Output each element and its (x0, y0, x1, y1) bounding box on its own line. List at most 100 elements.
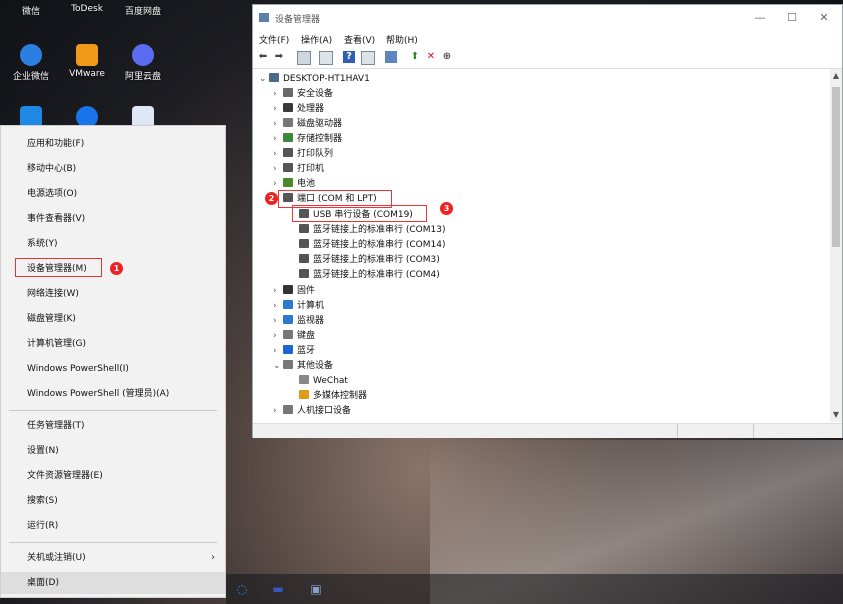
menu-item-desktop[interactable]: 桌面(D) (1, 572, 225, 594)
menu-item-event-viewer[interactable]: 事件查看器(V) (1, 208, 225, 230)
keyboard-icon (283, 330, 293, 339)
desktop-icon-baidu-netdisk[interactable]: 百度网盘 (116, 4, 170, 17)
tree-node-processors[interactable]: › 处理器 (273, 102, 324, 117)
tree-node-storage-controllers[interactable]: › 存储控制器 (273, 132, 342, 147)
tree-node-wechat[interactable]: WeChat (299, 374, 348, 389)
tree-root-label: DESKTOP-HT1HAV1 (283, 74, 370, 84)
tree-node-label: 固件 (297, 286, 316, 296)
menu-help[interactable]: 帮助(H) (386, 33, 418, 46)
maximize-button[interactable]: ☐ (777, 9, 807, 27)
tree-node-other-devices[interactable]: ⌄ 其他设备 (273, 359, 333, 374)
desktop-icon-wechat[interactable]: 微信 (4, 4, 58, 17)
keyboard-icon[interactable]: ▬ (270, 581, 286, 597)
tree-node-label: 存储控制器 (297, 134, 343, 144)
print-queue-icon (283, 148, 293, 157)
desktop-icon-label: 阿里云盘 (124, 72, 161, 82)
minimize-button[interactable]: — (745, 9, 775, 27)
tree-node-label: 监视器 (297, 316, 325, 326)
tree-node-bt-serial-com13[interactable]: 蓝牙链接上的标准串行 (COM13) (299, 223, 445, 238)
menu-separator (9, 542, 217, 543)
port-icon (299, 239, 309, 248)
desktop-icons: 微信 ToDesk 百度网盘 企业微信 VMware 阿里云盘 (0, 0, 250, 128)
step-badge-1: 1 (110, 262, 123, 275)
scroll-down-icon[interactable]: ▼ (830, 410, 842, 419)
tree-node-computer[interactable]: › 计算机 (273, 299, 324, 314)
tree-node-bt-serial-com4[interactable]: 蓝牙链接上的标准串行 (COM4) (299, 268, 440, 283)
menu-item-powershell-admin[interactable]: Windows PowerShell (管理员)(A) (1, 383, 225, 405)
disk-drive-icon (283, 118, 293, 127)
desktop-icon-aliyun-drive[interactable]: 阿里云盘 (116, 44, 170, 82)
close-button[interactable]: ✕ (809, 9, 839, 27)
menu-item-settings[interactable]: 设置(N) (1, 440, 225, 462)
menu-item-disk-management[interactable]: 磁盘管理(K) (1, 308, 225, 330)
tree-node-firmware[interactable]: › 固件 (273, 284, 315, 299)
tree-node-security-devices[interactable]: › 安全设备 (273, 87, 333, 102)
device-tree: ⌄ DESKTOP-HT1HAV1 › 安全设备 › 处理器 › 磁盘驱动器 › 存储控制… (253, 69, 830, 422)
menu-item-mobility-center[interactable]: 移动中心(B) (1, 158, 225, 180)
menu-item-shutdown-signout[interactable]: 关机或注销(U) › (1, 547, 225, 569)
show-hide-console-tree-icon[interactable] (297, 51, 311, 65)
chevron-right-icon: › (273, 134, 277, 144)
search-icon[interactable]: ◌ (234, 581, 250, 597)
tree-node-label: 键盘 (297, 331, 316, 341)
back-arrow-icon[interactable]: ⬅ (257, 51, 269, 63)
tree-node-bt-serial-com14[interactable]: 蓝牙链接上的标准串行 (COM14) (299, 238, 445, 253)
printer-icon (283, 163, 293, 172)
tree-node-label: 蓝牙链接上的标准串行 (COM13) (313, 225, 446, 235)
menu-file[interactable]: 文件(F) (259, 33, 289, 46)
chevron-right-icon: › (211, 552, 215, 563)
desktop-icon-todesk[interactable]: ToDesk (60, 4, 114, 14)
menu-item-computer-management[interactable]: 计算机管理(G) (1, 333, 225, 355)
scroll-up-icon[interactable]: ▲ (830, 71, 842, 80)
desktop-icon-wecom[interactable]: 企业微信 (4, 44, 58, 82)
menu-item-network-connections[interactable]: 网络连接(W) (1, 283, 225, 305)
storage-controller-icon (283, 133, 293, 142)
vertical-scrollbar[interactable]: ▲ ▼ (830, 69, 842, 422)
menu-item-search[interactable]: 搜索(S) (1, 490, 225, 512)
chevron-right-icon: › (273, 331, 277, 341)
tree-node-bluetooth[interactable]: › 蓝牙 (273, 344, 315, 359)
menu-item-power-options[interactable]: 电源选项(O) (1, 183, 225, 205)
tree-node-multimedia-controller[interactable]: 多媒体控制器 (299, 389, 367, 404)
help-icon[interactable]: ? (343, 51, 355, 63)
tree-node-label: 安全设备 (297, 89, 334, 99)
menu-item-apps-features[interactable]: 应用和功能(F) (1, 133, 225, 155)
status-bar (253, 423, 842, 438)
uninstall-device-icon[interactable]: ✕ (425, 51, 437, 63)
menu-item-run[interactable]: 运行(R) (1, 515, 225, 537)
other-devices-icon (283, 360, 293, 369)
tree-node-bt-serial-com3[interactable]: 蓝牙链接上的标准串行 (COM3) (299, 253, 440, 268)
title-bar[interactable]: 设备管理器 — ☐ ✕ (253, 5, 842, 31)
menu-item-task-manager[interactable]: 任务管理器(T) (1, 415, 225, 437)
chevron-right-icon: › (273, 301, 277, 311)
tree-node-keyboards[interactable]: › 键盘 (273, 329, 315, 344)
menu-item-system[interactable]: 系统(Y) (1, 233, 225, 255)
tree-node-print-queues[interactable]: › 打印队列 (273, 147, 333, 162)
monitor-icon (283, 315, 293, 324)
menu-item-powershell[interactable]: Windows PowerShell(I) (1, 358, 225, 380)
toolbar: ⬅ ➡ ? ⬆ ✕ ⊕ (253, 48, 842, 69)
desktop-icon-vmware[interactable]: VMware (60, 44, 114, 79)
update-driver-icon[interactable]: ⬆ (409, 51, 421, 63)
warning-device-icon (299, 390, 309, 399)
tree-node-hid[interactable]: › 人机接口设备 (273, 404, 351, 419)
menu-item-file-explorer[interactable]: 文件资源管理器(E) (1, 465, 225, 487)
disable-device-icon[interactable]: ⊕ (441, 51, 453, 63)
wecom-icon (20, 44, 42, 66)
menu-action[interactable]: 操作(A) (301, 33, 332, 46)
scrollbar-thumb[interactable] (832, 87, 840, 247)
desktop-icon-label: 微信 (21, 7, 40, 17)
tree-node-monitors[interactable]: › 监视器 (273, 314, 324, 329)
console-icon[interactable] (361, 51, 375, 65)
winx-context-menu: 应用和功能(F) 移动中心(B) 电源选项(O) 事件查看器(V) 系统(Y) … (0, 125, 226, 598)
tree-node-disk-drives[interactable]: › 磁盘驱动器 (273, 117, 342, 132)
tree-node-printers[interactable]: › 打印机 (273, 162, 324, 177)
tree-root[interactable]: ⌄ DESKTOP-HT1HAV1 (259, 72, 370, 87)
scan-hardware-icon[interactable] (385, 51, 397, 63)
menu-view[interactable]: 查看(V) (344, 33, 375, 46)
device-manager-taskbar-icon[interactable]: ▣ (308, 581, 324, 597)
tree-node-label: 打印队列 (297, 149, 334, 159)
tree-node-label: WeChat (313, 376, 348, 386)
forward-arrow-icon[interactable]: ➡ (273, 51, 285, 63)
properties-icon[interactable] (319, 51, 333, 65)
